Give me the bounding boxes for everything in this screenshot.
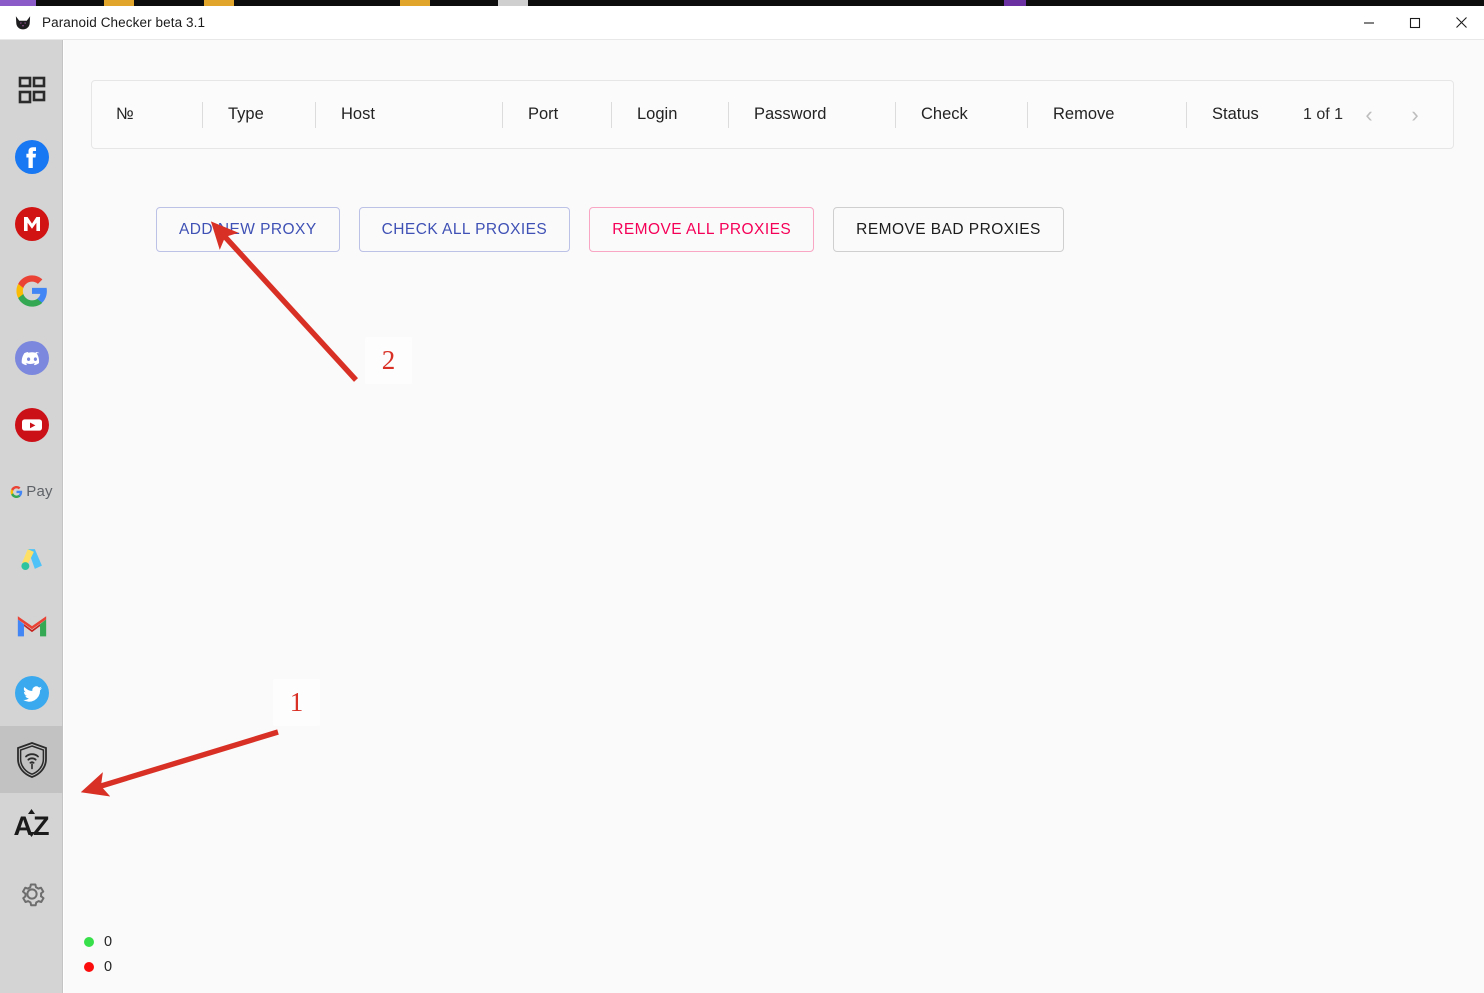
mail-ru-icon: [14, 206, 49, 241]
youtube-icon: [14, 407, 49, 442]
sidebar-item-sort-az[interactable]: AZ: [0, 793, 63, 860]
column-header-password[interactable]: Password: [729, 81, 895, 148]
google-pay-icon: Pay: [10, 483, 53, 500]
window-titlebar: Paranoid Checker beta 3.1: [0, 6, 1484, 40]
proxy-action-buttons: ADD NEW PROXY CHECK ALL PROXIES REMOVE A…: [156, 207, 1064, 252]
sidebar-item-google-pay[interactable]: Pay: [0, 458, 63, 525]
column-header-check[interactable]: Check: [896, 81, 1027, 148]
column-header-host[interactable]: Host: [316, 81, 502, 148]
sidebar-item-gmail[interactable]: [0, 592, 63, 659]
sidebar-item-facebook[interactable]: [0, 123, 63, 190]
remove-bad-proxies-button[interactable]: REMOVE BAD PROXIES: [833, 207, 1064, 252]
google-pay-label: Pay: [26, 483, 53, 500]
main-content: № Type Host Port Login Password Check Re…: [64, 40, 1484, 993]
sidebar-item-dashboard[interactable]: [0, 56, 63, 123]
app-icon-cat-head: [15, 15, 31, 29]
proxy-table-header: № Type Host Port Login Password Check Re…: [91, 80, 1454, 149]
twitter-icon: [14, 675, 49, 710]
column-header-status[interactable]: Status: [1187, 81, 1307, 148]
sidebar-item-youtube[interactable]: [0, 391, 63, 458]
pagination-count: 1 of 1: [1302, 105, 1343, 123]
add-new-proxy-button[interactable]: ADD NEW PROXY: [156, 207, 340, 252]
gear-icon: [21, 883, 44, 906]
annotation-label-1: 1: [273, 679, 320, 726]
facebook-icon: [14, 139, 49, 174]
bad-proxy-counter: 0: [84, 954, 112, 979]
grid-dashboard-icon: [18, 76, 45, 103]
window-controls: [1346, 6, 1484, 40]
bad-proxy-count: 0: [104, 958, 113, 975]
sidebar-item-google[interactable]: [0, 257, 63, 324]
good-proxy-counter: 0: [84, 929, 112, 954]
google-ads-icon: [20, 548, 42, 570]
window-title: Paranoid Checker beta 3.1: [42, 15, 206, 30]
sidebar-item-proxy[interactable]: [0, 726, 63, 793]
remove-all-proxies-button[interactable]: REMOVE ALL PROXIES: [589, 207, 815, 252]
pagination-next-button[interactable]: ›: [1395, 95, 1435, 135]
sidebar-item-discord[interactable]: [0, 324, 63, 391]
good-proxy-count: 0: [104, 933, 113, 950]
column-header-type[interactable]: Type: [203, 81, 315, 148]
pagination: 1 of 1 ‹ ›: [1303, 81, 1435, 148]
sidebar: Pay AZ: [0, 40, 63, 993]
column-header-login[interactable]: Login: [612, 81, 728, 148]
google-icon: [15, 274, 47, 307]
minimize-button[interactable]: [1346, 6, 1392, 40]
pagination-prev-button[interactable]: ‹: [1349, 95, 1389, 135]
column-header-port[interactable]: Port: [503, 81, 611, 148]
close-button[interactable]: [1438, 6, 1484, 40]
green-status-dot-icon: [84, 936, 94, 947]
red-status-dot-icon: [84, 961, 94, 972]
column-header-remove[interactable]: Remove: [1028, 81, 1186, 148]
sidebar-item-google-ads[interactable]: [0, 525, 63, 592]
close-icon: [1455, 17, 1467, 28]
column-header-no[interactable]: №: [92, 81, 202, 148]
proxy-status-counters: 0 0: [84, 929, 112, 979]
maximize-button[interactable]: [1392, 6, 1438, 40]
sort-az-icon: AZ: [14, 809, 50, 842]
sort-arrows-icon: [27, 809, 35, 837]
discord-icon: [14, 340, 49, 375]
sidebar-item-twitter[interactable]: [0, 659, 63, 726]
gmail-icon: [17, 615, 46, 636]
annotation-label-2: 2: [365, 337, 412, 384]
maximize-icon: [1409, 17, 1421, 28]
chevron-right-icon: ›: [1411, 101, 1419, 127]
sidebar-item-mail-ru[interactable]: [0, 190, 63, 257]
sidebar-item-settings[interactable]: [0, 860, 63, 927]
minimize-icon: [1364, 21, 1374, 24]
shield-wifi-icon: [16, 741, 47, 778]
chevron-left-icon: ‹: [1365, 101, 1373, 127]
check-all-proxies-button[interactable]: CHECK ALL PROXIES: [358, 207, 571, 252]
